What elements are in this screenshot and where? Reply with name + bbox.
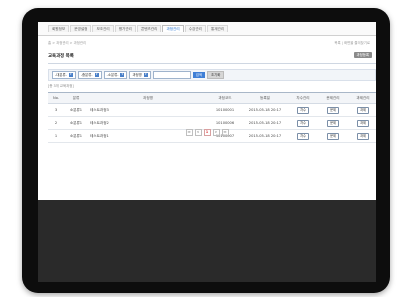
column-header: 분류 bbox=[64, 92, 88, 104]
row-action-cell: 과제 bbox=[348, 116, 376, 130]
category-large-value: -대분류- bbox=[55, 72, 67, 77]
row-course-name-link[interactable]: 테스트과정2 bbox=[88, 116, 208, 130]
row-action-cell: 문제 bbox=[318, 116, 348, 130]
next-page-button[interactable]: > bbox=[212, 129, 220, 136]
row-action-cell: 과제 bbox=[348, 103, 376, 117]
question-button[interactable]: 문제 bbox=[327, 106, 339, 114]
row-action-cell: 차수 bbox=[288, 103, 318, 117]
last-page-button[interactable]: ≫ bbox=[221, 129, 229, 136]
tab-operation-settings[interactable]: 운영설정 bbox=[70, 25, 92, 33]
category-large-select[interactable]: -대분류- ▾ bbox=[52, 71, 76, 79]
prev-page-button[interactable]: < bbox=[194, 129, 202, 136]
search-field-value: 과정명 bbox=[132, 72, 142, 77]
tab-content-management[interactable]: 콘텐츠관리 bbox=[136, 25, 162, 33]
category-medium-select[interactable]: -중분류- ▾ bbox=[77, 71, 102, 79]
search-input[interactable] bbox=[152, 71, 191, 79]
pagination: ≪ < 1 > ≫ bbox=[38, 129, 376, 136]
chevron-down-icon: ▾ bbox=[94, 72, 99, 77]
row-course-name-link[interactable]: 테스트과정3 bbox=[88, 103, 208, 117]
column-header: 과정코드 bbox=[208, 92, 242, 104]
search-field-select[interactable]: 과정명 ▾ bbox=[129, 71, 151, 79]
chevron-down-icon: ▾ bbox=[120, 72, 125, 77]
row-category: 소분류1 bbox=[64, 116, 88, 130]
tab-evaluation-management[interactable]: 평가관리 bbox=[114, 25, 136, 33]
table-row: 3 소분류1 테스트과정3 10100001 2015-05-18 20:17 … bbox=[48, 103, 376, 117]
tab-course-management[interactable]: 과정관리 bbox=[162, 25, 184, 33]
table-header-row: No. 분류 과정명 과정코드 등록일 차수관리 문제관리 과제관리 bbox=[48, 92, 376, 104]
column-header: 과제관리 bbox=[348, 92, 376, 104]
category-small-value: -소분류- bbox=[106, 72, 119, 77]
session-button[interactable]: 차수 bbox=[297, 119, 309, 127]
column-header: 문제관리 bbox=[318, 92, 348, 104]
row-action-cell: 차수 bbox=[288, 116, 318, 130]
screen: 회원정보 운영설정 보조관리 평가관리 콘텐츠관리 과정관리 수강관리 통계관리… bbox=[38, 22, 376, 282]
favorites-link[interactable]: 목록 | 화면을 즐겨찾기로 bbox=[334, 41, 370, 45]
assignment-button[interactable]: 과제 bbox=[357, 119, 369, 127]
column-header: 차수관리 bbox=[288, 92, 318, 104]
tablet-device-frame: 회원정보 운영설정 보조관리 평가관리 콘텐츠관리 과정관리 수강관리 통계관리… bbox=[22, 8, 390, 293]
chevron-down-icon: ▾ bbox=[68, 72, 73, 77]
reset-button[interactable]: 초기화 bbox=[207, 71, 225, 79]
page-number-current[interactable]: 1 bbox=[203, 129, 211, 136]
session-button[interactable]: 차수 bbox=[297, 106, 309, 114]
tab-statistics-management[interactable]: 통계관리 bbox=[206, 25, 229, 33]
assignment-button[interactable]: 과제 bbox=[357, 106, 369, 114]
total-count: [총 3개 교육과정] bbox=[48, 84, 74, 88]
tab-support-management[interactable]: 보조관리 bbox=[92, 25, 114, 33]
first-page-button[interactable]: ≪ bbox=[185, 129, 193, 136]
column-header: No. bbox=[48, 92, 64, 104]
row-course-code: 10100001 bbox=[208, 103, 242, 117]
chevron-down-icon: ▾ bbox=[143, 72, 148, 77]
table-row: 2 소분류1 테스트과정2 10100006 2015-05-18 20:17 … bbox=[48, 116, 376, 130]
tab-enrollment-management[interactable]: 수강관리 bbox=[184, 25, 206, 33]
page-title: 교육과정 목록 bbox=[48, 54, 74, 59]
row-number: 3 bbox=[48, 103, 64, 117]
tab-member-info[interactable]: 회원정보 bbox=[48, 25, 70, 33]
row-category: 소분류1 bbox=[64, 103, 88, 117]
search-button[interactable]: 검색 bbox=[192, 72, 206, 78]
category-small-select[interactable]: -소분류- ▾ bbox=[103, 71, 128, 79]
column-header: 등록일 bbox=[242, 92, 288, 104]
row-date: 2015-05-18 20:17 bbox=[242, 103, 288, 117]
nav-tabs: 회원정보 운영설정 보조관리 평가관리 콘텐츠관리 과정관리 수강관리 통계관리 bbox=[48, 25, 229, 33]
row-date: 2015-05-18 20:17 bbox=[242, 116, 288, 130]
category-medium-value: -중분류- bbox=[80, 72, 93, 77]
row-course-code: 10100006 bbox=[208, 116, 242, 130]
breadcrumb: 홈 > 과정관리 > 과정관리 bbox=[48, 41, 87, 45]
top-navigation: 회원정보 운영설정 보조관리 평가관리 콘텐츠관리 과정관리 수강관리 통계관리 bbox=[38, 22, 376, 36]
title-divider bbox=[48, 63, 376, 64]
row-number: 2 bbox=[48, 116, 64, 130]
question-button[interactable]: 문제 bbox=[327, 119, 339, 127]
column-header: 과정명 bbox=[88, 92, 208, 104]
filter-bar: -대분류- ▾ -중분류- ▾ -소분류- ▾ 과정명 ▾ 검색 초기화 bbox=[48, 69, 376, 81]
register-course-button[interactable]: 과정등록 bbox=[353, 52, 372, 59]
row-action-cell: 문제 bbox=[318, 103, 348, 117]
admin-page: 회원정보 운영설정 보조관리 평가관리 콘텐츠관리 과정관리 수강관리 통계관리… bbox=[38, 22, 376, 200]
